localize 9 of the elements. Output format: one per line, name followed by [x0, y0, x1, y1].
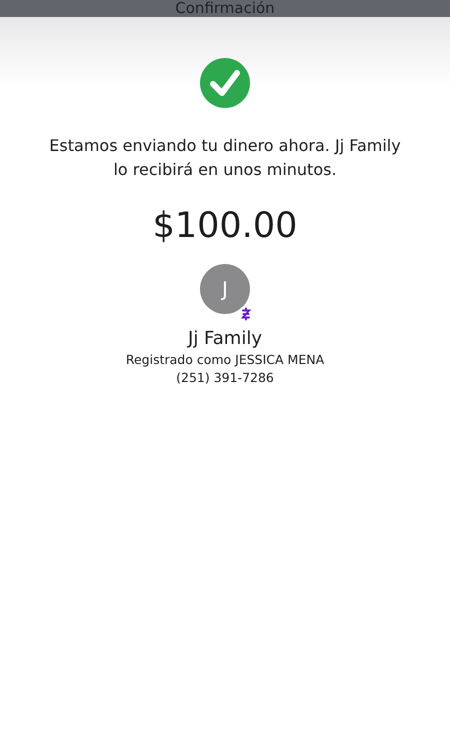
confirmation-message: Estamos enviando tu dinero ahora. Jj Family lo recibirá en unos minutos.: [48, 135, 402, 181]
amount: $100.00: [152, 206, 298, 246]
phone-number: (251) 391-7286: [176, 370, 274, 385]
recipient-name: Jj Family: [188, 328, 262, 349]
screen-title: Confirmación: [175, 0, 275, 17]
z-badge-icon: [238, 306, 254, 322]
checkmark-icon: [200, 58, 250, 108]
avatar: J: [200, 264, 250, 314]
registered-name: Registrado como JESSICA MENA: [126, 352, 324, 367]
